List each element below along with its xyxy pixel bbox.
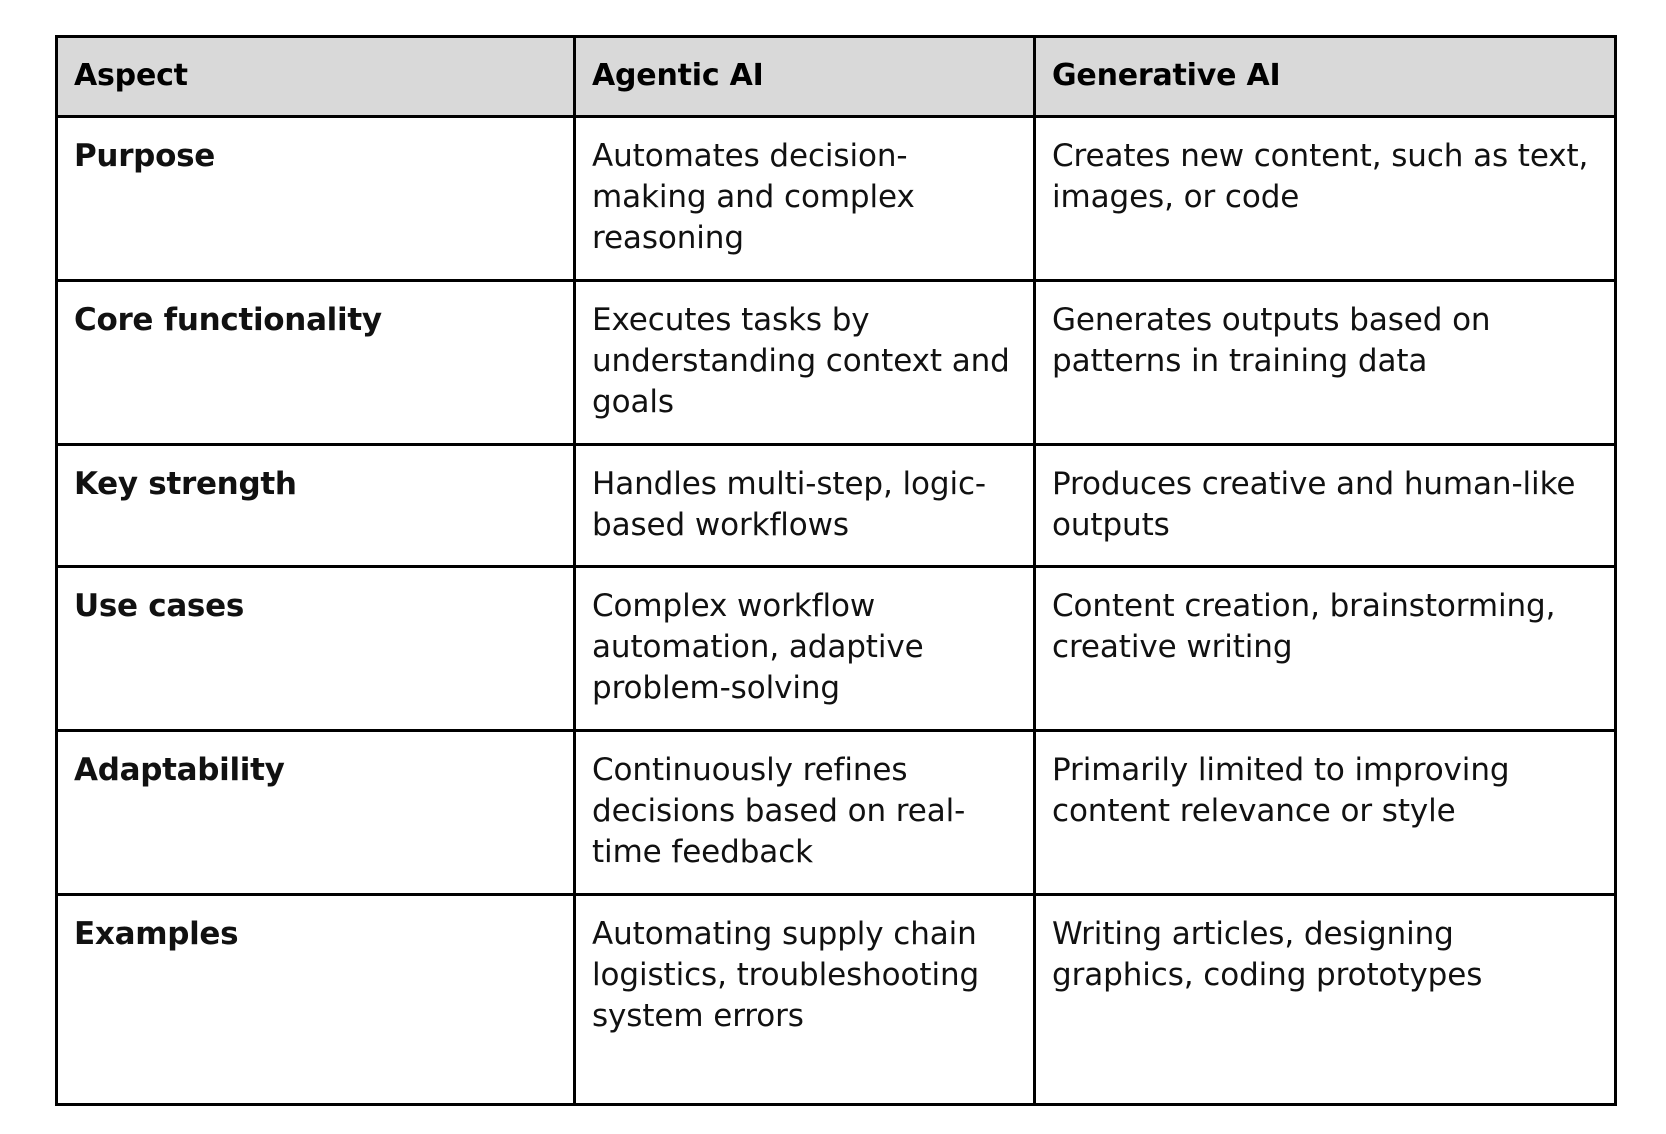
cell-aspect-core-functionality-text: Core functionality — [74, 302, 382, 338]
cell-generative-key-strength: Produces creative and human-like outputs — [1033, 443, 1617, 568]
cell-aspect-examples-text: Examples — [74, 916, 239, 952]
cell-aspect-use-cases-text: Use cases — [74, 588, 244, 624]
cell-generative-purpose-text: Creates new content, such as text, image… — [1052, 138, 1589, 215]
cell-generative-core-functionality: Generates outputs based on patterns in t… — [1033, 279, 1617, 446]
table-body: Purpose Automates decision-making and co… — [55, 115, 1617, 1106]
column-header-aspect: Aspect — [55, 35, 576, 118]
table-header: Aspect Agentic AI Generative AI — [55, 35, 1617, 118]
cell-agentic-use-cases-text: Complex workflow automation, adaptive pr… — [592, 588, 924, 706]
cell-aspect-adaptability: Adaptability — [55, 729, 576, 896]
table-row: Use cases Complex workflow automation, a… — [55, 565, 1617, 732]
cell-agentic-core-functionality: Executes tasks by understanding context … — [573, 279, 1036, 446]
table-row: Core functionality Executes tasks by und… — [55, 279, 1617, 446]
comparison-table-container: Aspect Agentic AI Generative AI Purpose … — [55, 35, 1617, 1106]
cell-agentic-key-strength-text: Handles multi-step, logic-based workflow… — [592, 466, 986, 543]
cell-agentic-adaptability: Continuously refines decisions based on … — [573, 729, 1036, 896]
table-row: Examples Automating supply chain logisti… — [55, 893, 1617, 1106]
column-header-aspect-label: Aspect — [74, 58, 188, 94]
cell-aspect-examples: Examples — [55, 893, 576, 1106]
table-header-row: Aspect Agentic AI Generative AI — [55, 35, 1617, 118]
column-header-agentic-ai-label: Agentic AI — [592, 58, 764, 94]
table-row: Purpose Automates decision-making and co… — [55, 115, 1617, 282]
cell-agentic-examples: Automating supply chain logistics, troub… — [573, 893, 1036, 1106]
cell-agentic-adaptability-text: Continuously refines decisions based on … — [592, 752, 966, 870]
cell-aspect-adaptability-text: Adaptability — [74, 752, 285, 788]
column-header-generative-ai: Generative AI — [1033, 35, 1617, 118]
cell-aspect-use-cases: Use cases — [55, 565, 576, 732]
cell-agentic-purpose-text: Automates decision-making and complex re… — [592, 138, 915, 256]
table-row: Key strength Handles multi-step, logic-b… — [55, 443, 1617, 568]
cell-generative-examples-text: Writing articles, designing graphics, co… — [1052, 916, 1483, 993]
cell-generative-purpose: Creates new content, such as text, image… — [1033, 115, 1617, 282]
column-header-agentic-ai: Agentic AI — [573, 35, 1036, 118]
column-header-generative-ai-label: Generative AI — [1052, 58, 1281, 94]
cell-aspect-purpose: Purpose — [55, 115, 576, 282]
cell-aspect-purpose-text: Purpose — [74, 138, 215, 174]
cell-generative-examples: Writing articles, designing graphics, co… — [1033, 893, 1617, 1106]
cell-agentic-use-cases: Complex workflow automation, adaptive pr… — [573, 565, 1036, 732]
table-row: Adaptability Continuously refines decisi… — [55, 729, 1617, 896]
cell-generative-key-strength-text: Produces creative and human-like outputs — [1052, 466, 1576, 543]
cell-aspect-key-strength: Key strength — [55, 443, 576, 568]
cell-generative-use-cases-text: Content creation, brainstorming, creativ… — [1052, 588, 1556, 665]
cell-aspect-key-strength-text: Key strength — [74, 466, 297, 502]
cell-generative-adaptability-text: Primarily limited to improving content r… — [1052, 752, 1510, 829]
cell-generative-core-functionality-text: Generates outputs based on patterns in t… — [1052, 302, 1491, 379]
cell-generative-adaptability: Primarily limited to improving content r… — [1033, 729, 1617, 896]
cell-agentic-key-strength: Handles multi-step, logic-based workflow… — [573, 443, 1036, 568]
cell-agentic-examples-text: Automating supply chain logistics, troub… — [592, 916, 980, 1034]
cell-agentic-core-functionality-text: Executes tasks by understanding context … — [592, 302, 1010, 420]
cell-aspect-core-functionality: Core functionality — [55, 279, 576, 446]
agentic-vs-generative-ai-table: Aspect Agentic AI Generative AI Purpose … — [55, 35, 1617, 1106]
cell-agentic-purpose: Automates decision-making and complex re… — [573, 115, 1036, 282]
cell-generative-use-cases: Content creation, brainstorming, creativ… — [1033, 565, 1617, 732]
